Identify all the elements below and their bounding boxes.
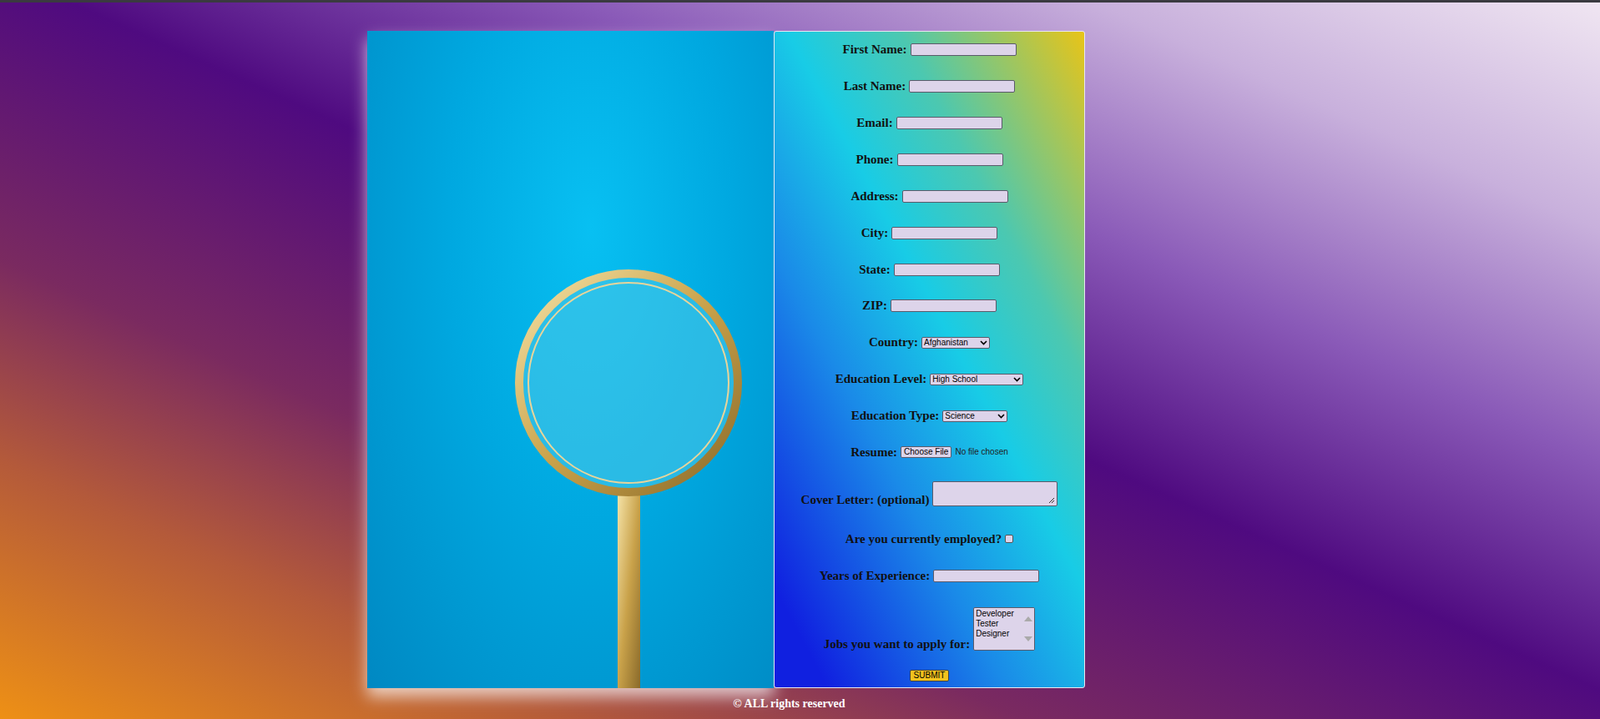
text-input[interactable] [910,43,1017,56]
file-input[interactable]: Choose FileNo file chosen [900,446,1009,459]
form-row: Cover Letter: (optional) [774,470,1085,521]
select-box[interactable]: Afghanistan [921,337,990,349]
form-row: ZIP: [774,287,1085,325]
submit-row: SUBMIT [774,664,1085,688]
text-input[interactable] [902,190,1009,203]
chevron-down-icon [1013,377,1021,383]
form-row: Resume:Choose FileNo file chosen [774,434,1085,471]
field-label: Cover Letter: (optional) [801,494,930,507]
form-row: Jobs you want to apply for:DeveloperTest… [774,594,1085,665]
scroll-up-icon[interactable] [1024,616,1033,622]
submit-button[interactable]: SUBMIT [909,670,950,682]
field-label: City: [861,227,889,240]
field-label: Resume: [850,446,898,460]
job-photo [367,30,774,689]
form-row: Education Level: High School [774,361,1085,399]
text-input[interactable] [908,80,1015,93]
text-input[interactable] [897,153,1004,167]
field-label: First Name: [842,43,907,56]
select-box[interactable]: Science [942,410,1008,423]
field-label: Country: [868,336,919,349]
field-label: ZIP: [862,299,888,313]
form-row: Email: [774,105,1085,142]
field-label: Jobs you want to apply for: [823,638,970,652]
footer-text: © ALL rights reserved [732,695,845,713]
text-input[interactable] [891,227,998,240]
footer: © ALL rights reserved [0,688,1600,713]
listbox-option[interactable]: Developer [975,609,1023,620]
text-input[interactable] [933,570,1040,583]
magnifier-icon [367,30,774,689]
listbox-option[interactable]: Tester [975,619,1023,630]
field-label: Email: [856,116,893,130]
form-row: Education Type: Science [774,398,1085,435]
form-row: Are you currently employed? [774,520,1085,558]
choose-file-button[interactable]: Choose File [900,446,952,459]
select-value: High School [932,375,978,384]
select-value: Afghanistan [923,338,969,348]
chevron-down-icon [979,340,988,346]
page: First Name: Last Name: Email: Phone: Address… [0,0,1600,719]
form-row: Country: Afghanistan [774,324,1085,362]
text-input[interactable] [896,116,1003,130]
chevron-down-icon [997,413,1005,419]
field-label: Phone: [856,153,894,167]
form-row: Last Name: [774,68,1085,106]
form-row: City: [774,214,1085,252]
text-input[interactable] [890,299,997,313]
main-card: First Name: Last Name: Email: Phone: Address… [0,2,1600,689]
listbox-option[interactable]: Designer [975,629,1023,640]
field-label: Education Type: [851,409,940,423]
field-label: Address: [850,190,899,203]
jobs-listbox[interactable]: DeveloperTesterDesigner [973,607,1035,652]
scroll-down-icon[interactable] [1024,636,1033,642]
select-value: Science [944,412,975,421]
cover-letter-textarea[interactable] [932,481,1058,507]
field-label: Education Level: [835,373,928,386]
form-row: Years of Experience: [774,557,1085,595]
form-row: State: [774,251,1085,288]
field-label: Are you currently employed? [845,533,1002,546]
field-label: Last Name: [843,80,907,93]
employed-checkbox[interactable] [1004,535,1014,544]
file-status: No file chosen [954,448,1008,457]
field-label: State: [858,263,891,277]
text-input[interactable] [893,263,1000,277]
top-bar [0,0,1600,3]
select-box[interactable]: High School [929,373,1024,386]
form-row: Address: [774,177,1085,215]
resize-handle-icon [1048,497,1055,505]
form-row: First Name: [774,31,1085,69]
form-row: Phone: [774,141,1085,179]
listbox-scrollbar[interactable] [1022,608,1035,651]
application-form: First Name: Last Name: Email: Phone: Address… [773,30,1086,689]
field-label: Years of Experience: [819,570,930,583]
